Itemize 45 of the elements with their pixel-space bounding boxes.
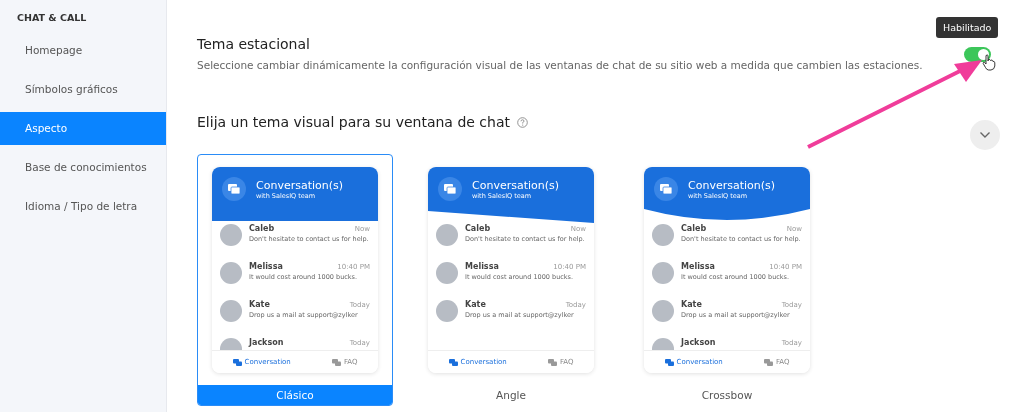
contact-name: Caleb [465,224,491,233]
contact-name: Kate [249,300,270,309]
contact-name: Jackson [249,338,284,347]
chevron-down-icon [979,131,991,139]
avatar [220,300,242,322]
hand-cursor-icon [982,54,996,71]
chat-bubble-icon [222,177,246,201]
sidebar-item[interactable]: Símbolos gráficos [0,73,166,106]
sidebar-heading: CHAT & CALL [16,12,88,25]
avatar [436,300,458,322]
avatar [436,224,458,246]
avatar [220,224,242,246]
sidebar-item[interactable]: Idioma / Tipo de letra [0,190,166,223]
section-title: Elija un tema visual para su ventana de chat [197,114,510,130]
theme-label: Crossbow [700,388,754,403]
chat-bubble-icon [438,177,462,201]
chat-bubbles-icon [664,358,674,366]
theme-label: Angle [495,388,527,403]
contact-name: Caleb [681,224,707,233]
sidebar-item[interactable]: Homepage [0,34,166,67]
contact-name: Jackson [681,338,716,347]
avatar [436,262,458,284]
avatar [652,262,674,284]
chat-header-title: Conversation(s) [256,178,344,192]
avatar [652,300,674,322]
chat-bubbles-icon [448,358,458,366]
contact-name: Kate [681,300,702,309]
chat-bubbles-icon [232,358,242,366]
sidebar-item[interactable]: Base de conocimientos [0,151,166,184]
section-title: Tema estacional [197,36,311,52]
contact-name: Caleb [249,224,275,233]
tooltip: Habilitado [936,17,999,38]
contact-name: Kate [465,300,486,309]
contact-name: Melissa [681,262,715,271]
contact-name: Melissa [249,262,283,271]
chat-header-title: Conversation(s) [472,178,560,192]
section-description: Seleccione cambiar dinámicamente la configuración visual de las ventanas de chat de su sitio web a medida que cambien las estaciones. [197,59,924,71]
avatar [220,262,242,284]
contact-name: Melissa [465,262,499,271]
avatar [652,224,674,246]
chat-header-title: Conversation(s) [688,178,776,192]
theme-label: Clásico [198,385,392,405]
chat-bubble-icon [654,177,678,201]
theme-card[interactable] [197,154,393,406]
sidebar-item[interactable]: Aspecto [0,112,166,145]
